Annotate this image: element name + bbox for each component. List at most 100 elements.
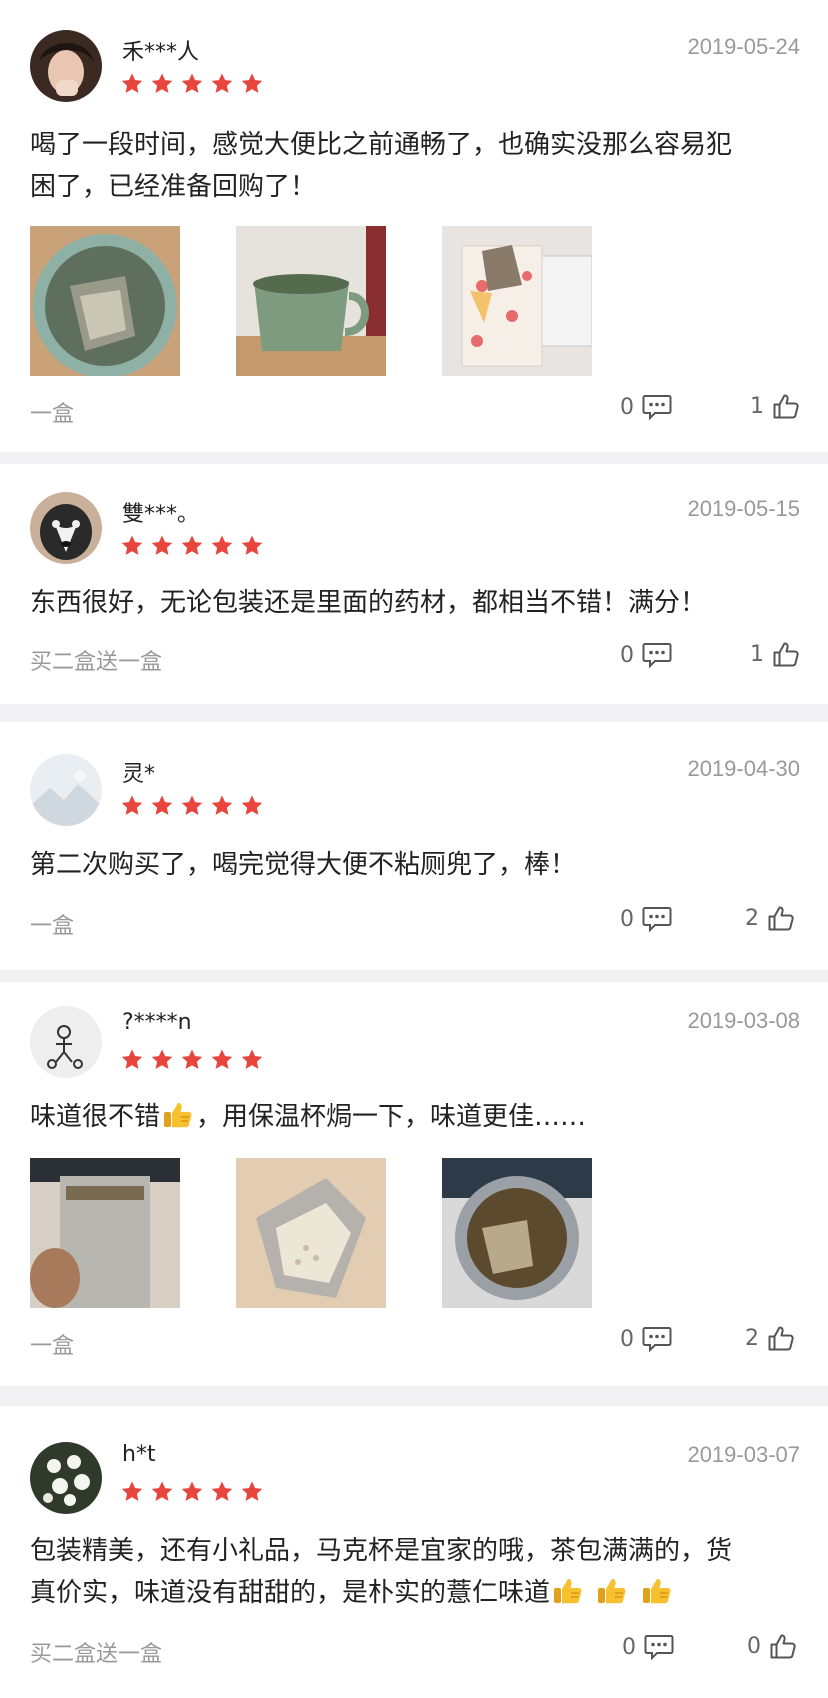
thumbs-up-emoji-icon: [596, 1576, 628, 1606]
reviewer-name: h*t: [122, 1442, 156, 1467]
reviewer-name: 雙***。: [122, 502, 200, 527]
star-rating: [120, 534, 264, 558]
like-button[interactable]: 2: [745, 1324, 795, 1352]
thumbs-up-icon: [769, 1632, 797, 1660]
comment-icon: [642, 906, 672, 932]
review-text: 第二次购买了，喝完觉得大便不粘厕兜了，棒！: [30, 844, 800, 886]
comment-icon: [642, 642, 672, 668]
review-text-segment: 真价实，味道没有甜甜的，是朴实的薏仁味道: [30, 1578, 551, 1608]
review-photo[interactable]: [236, 226, 386, 376]
star-icon: [180, 1480, 204, 1504]
review-photo[interactable]: [442, 1158, 592, 1308]
comment-button[interactable]: 0: [620, 1326, 672, 1352]
star-icon: [210, 72, 234, 96]
review-date: 2019-03-07: [687, 1442, 800, 1467]
review-photo[interactable]: [30, 1158, 180, 1308]
star-rating: [120, 794, 264, 818]
comment-count: 0: [622, 1634, 636, 1660]
review-text-line: 困了，已经准备回购了！: [30, 172, 317, 202]
comment-button[interactable]: 0: [620, 642, 672, 668]
review-text-segment: ，用保温杯焗一下，味道更佳……: [196, 1102, 587, 1132]
purchase-variant: 一盒: [30, 1334, 75, 1359]
thumbs-up-emoji-icon: [552, 1576, 584, 1606]
comment-count: 0: [620, 906, 634, 932]
review-text-line: 第二次购买了，喝完觉得大便不粘厕兜了，棒！: [30, 850, 577, 880]
review-card: h*t 2019-03-07 包装精美，还有小礼品，马克杯是宜家的哦，茶包满满的…: [0, 1406, 828, 1698]
like-button[interactable]: 1: [750, 640, 800, 668]
star-icon: [150, 1048, 174, 1072]
review-text-segment: 味道很不错: [30, 1102, 161, 1132]
thumbs-up-icon: [772, 392, 800, 420]
review-photos: [30, 226, 592, 376]
star-icon: [240, 1048, 264, 1072]
review-text-line: 包装精美，还有小礼品，马克杯是宜家的哦，茶包满满的，货: [30, 1536, 733, 1566]
review-text: 喝了一段时间，感觉大便比之前通畅了，也确实没那么容易犯 困了，已经准备回购了！: [30, 124, 800, 208]
review-photos: [30, 1158, 592, 1308]
like-button[interactable]: 1: [750, 392, 800, 420]
review-date: 2019-03-08: [687, 1008, 800, 1033]
like-button[interactable]: 0: [747, 1632, 797, 1660]
thumbs-up-icon: [767, 904, 795, 932]
thumbs-up-icon: [767, 1324, 795, 1352]
star-icon: [180, 534, 204, 558]
star-icon: [210, 794, 234, 818]
review-text: 味道很不错 ，用保温杯焗一下，味道更佳……: [30, 1096, 800, 1138]
star-icon: [150, 72, 174, 96]
thumbs-up-emoji-icon: [162, 1100, 194, 1130]
review-photo[interactable]: [442, 226, 592, 376]
review-date: 2019-05-15: [687, 496, 800, 521]
review-card: 雙***。 2019-05-15 东西很好，无论包装还是里面的药材，都相当不错！…: [0, 464, 828, 704]
review-text-line: 喝了一段时间，感觉大便比之前通畅了，也确实没那么容易犯: [30, 130, 733, 160]
avatar[interactable]: [30, 30, 102, 102]
reviewer-name: 灵*: [122, 762, 156, 787]
like-count: 1: [750, 393, 764, 419]
star-icon: [120, 534, 144, 558]
star-icon: [120, 1048, 144, 1072]
review-photo[interactable]: [236, 1158, 386, 1308]
purchase-variant: 一盒: [30, 914, 75, 939]
purchase-variant: 一盒: [30, 402, 75, 427]
comment-button[interactable]: 0: [622, 1634, 674, 1660]
avatar[interactable]: [30, 492, 102, 564]
review-date: 2019-04-30: [687, 756, 800, 781]
avatar[interactable]: [30, 1442, 102, 1514]
review-text: 东西很好，无论包装还是里面的药材，都相当不错！满分！: [30, 582, 800, 624]
comment-button[interactable]: 0: [620, 394, 672, 420]
comment-icon: [644, 1634, 674, 1660]
review-photo[interactable]: [30, 226, 180, 376]
review-card: 灵* 2019-04-30 第二次购买了，喝完觉得大便不粘厕兜了，棒！ 一盒 0…: [0, 722, 828, 970]
like-count: 1: [750, 641, 764, 667]
like-button[interactable]: 2: [745, 904, 795, 932]
reviewer-name: ?****n: [122, 1010, 192, 1035]
comment-button[interactable]: 0: [620, 906, 672, 932]
purchase-variant: 买二盒送一盒: [30, 650, 163, 675]
review-text: 包装精美，还有小礼品，马克杯是宜家的哦，茶包满满的，货 真价实，味道没有甜甜的，…: [30, 1530, 800, 1614]
star-rating: [120, 72, 264, 96]
like-count: 0: [747, 1633, 761, 1659]
star-icon: [210, 1480, 234, 1504]
reviewer-name: 禾***人: [122, 40, 200, 65]
star-icon: [240, 794, 264, 818]
star-icon: [210, 534, 234, 558]
review-card: ?****n 2019-03-08 味道很不错 ，用保温杯焗一下，味道更佳……: [0, 982, 828, 1386]
review-card: 禾***人 2019-05-24 喝了一段时间，感觉大便比之前通畅了，也确实没那…: [0, 0, 828, 452]
star-icon: [180, 72, 204, 96]
avatar[interactable]: [30, 1006, 102, 1078]
star-icon: [150, 534, 174, 558]
star-icon: [240, 72, 264, 96]
star-icon: [120, 72, 144, 96]
star-icon: [120, 1480, 144, 1504]
star-icon: [240, 534, 264, 558]
thumbs-up-emoji-icon: [641, 1576, 673, 1606]
star-icon: [180, 794, 204, 818]
avatar[interactable]: [30, 754, 102, 826]
comment-count: 0: [620, 1326, 634, 1352]
star-icon: [150, 794, 174, 818]
star-icon: [210, 1048, 234, 1072]
comment-icon: [642, 394, 672, 420]
star-rating: [120, 1480, 264, 1504]
star-icon: [120, 794, 144, 818]
star-icon: [240, 1480, 264, 1504]
comment-count: 0: [620, 642, 634, 668]
like-count: 2: [745, 1325, 759, 1351]
